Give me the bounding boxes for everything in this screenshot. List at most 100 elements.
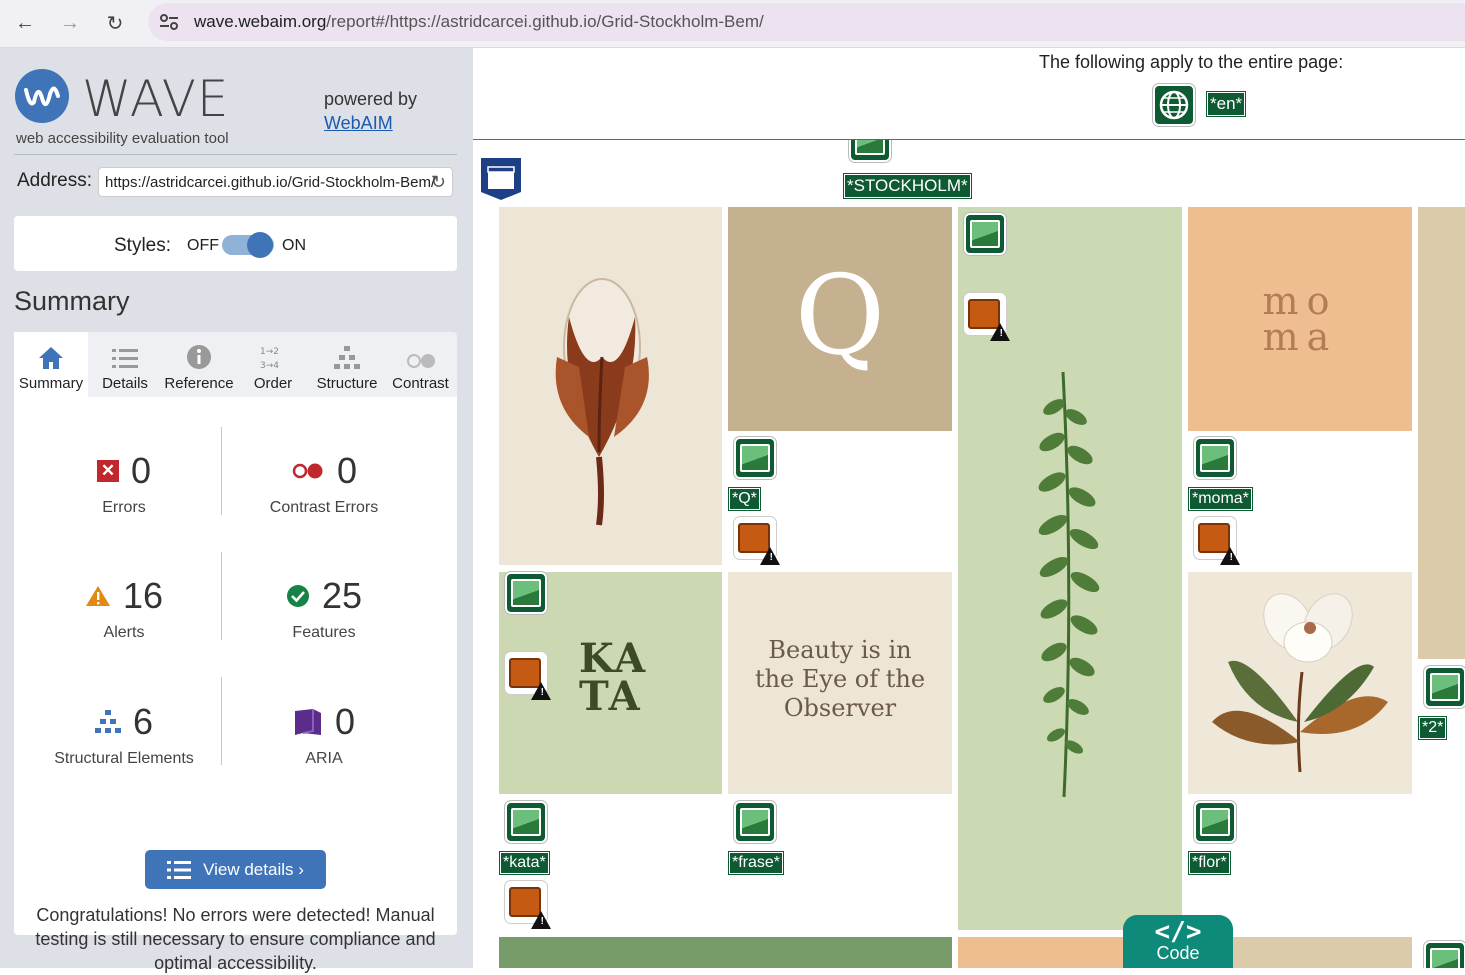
back-arrow-icon[interactable]: ← bbox=[10, 8, 40, 38]
tab-summary[interactable]: Summary bbox=[14, 332, 88, 397]
moma-line2: ma bbox=[1262, 315, 1338, 359]
info-icon bbox=[187, 345, 211, 369]
language-feature-icon[interactable] bbox=[1153, 84, 1195, 126]
code-toggle-button[interactable]: </> Code bbox=[1123, 915, 1233, 968]
moma-line1: mo bbox=[1262, 279, 1338, 323]
stockholm-label: *STOCKHOLM* bbox=[844, 174, 971, 198]
alert-link-icon[interactable]: ! bbox=[505, 881, 551, 929]
features-label: Features bbox=[292, 624, 356, 641]
divider bbox=[221, 427, 222, 515]
stat-structural[interactable]: 6 Structural Elements bbox=[24, 700, 224, 768]
page-level-features: The following apply to the entire page: … bbox=[473, 48, 1465, 140]
alert-link-icon[interactable]: ! bbox=[505, 652, 551, 700]
q-letter: Q bbox=[794, 251, 886, 379]
wave-sidebar: WAVE web accessibility evaluation tool p… bbox=[0, 48, 473, 973]
image-feature-icon[interactable] bbox=[1194, 437, 1236, 479]
order-icon: 1→23→4 bbox=[260, 347, 279, 370]
refresh-icon[interactable]: ↻ bbox=[431, 172, 446, 193]
aria-icon bbox=[294, 709, 321, 735]
alert-link-icon[interactable]: ! bbox=[964, 293, 1010, 341]
tab-details[interactable]: Details bbox=[88, 332, 162, 397]
structural-count: 6 bbox=[132, 701, 154, 742]
divider bbox=[221, 552, 222, 640]
tab-label: Structure bbox=[316, 375, 378, 392]
contrast-icon bbox=[406, 354, 435, 368]
reload-icon[interactable]: ↻ bbox=[100, 8, 130, 38]
features-count: 25 bbox=[321, 575, 363, 616]
errors-count: 0 bbox=[130, 450, 152, 491]
q-label: *Q* bbox=[729, 488, 760, 510]
url-text: wave.webaim.org/report#/https://astridca… bbox=[194, 12, 764, 32]
globe-icon bbox=[1159, 90, 1189, 120]
stat-contrast-errors[interactable]: 0 Contrast Errors bbox=[224, 449, 424, 517]
structural-label: Structural Elements bbox=[54, 750, 194, 767]
styles-toggle[interactable] bbox=[222, 232, 274, 258]
header-landmark-icon[interactable] bbox=[479, 156, 523, 202]
wave-tagline: web accessibility evaluation tool bbox=[16, 130, 229, 147]
image-feature-icon[interactable] bbox=[505, 572, 547, 614]
alerts-label: Alerts bbox=[103, 624, 145, 641]
list-icon bbox=[112, 349, 138, 368]
stat-features[interactable]: 25 Features bbox=[224, 574, 424, 642]
address-bar[interactable]: wave.webaim.org/report#/https://astridca… bbox=[148, 3, 1465, 41]
feature-check-icon bbox=[286, 585, 309, 607]
image-feature-icon[interactable] bbox=[734, 801, 776, 843]
error-icon: ✕ bbox=[96, 460, 119, 482]
contrast-errors-label: Contrast Errors bbox=[269, 499, 379, 516]
image-feature-icon[interactable] bbox=[1194, 801, 1236, 843]
webaim-link[interactable]: WebAIM bbox=[324, 113, 393, 133]
tile-partial-right bbox=[1418, 207, 1465, 659]
tile-quote: Beauty is in the Eye of the Observer bbox=[728, 572, 952, 794]
tab-reference[interactable]: Reference bbox=[162, 332, 236, 397]
moma-label: *moma* bbox=[1189, 488, 1252, 510]
address-input[interactable]: https://astridcarcei.github.io/Grid-Stoc… bbox=[98, 167, 453, 197]
image-feature-icon[interactable] bbox=[505, 801, 547, 843]
stat-errors[interactable]: ✕ 0 Errors bbox=[24, 449, 224, 517]
structure-icon bbox=[334, 346, 360, 369]
styles-on-label: ON bbox=[282, 237, 306, 254]
apply-text: The following apply to the entire page: bbox=[1039, 52, 1344, 72]
tab-order[interactable]: 1→2 3→4 Order bbox=[236, 332, 310, 397]
powered-by: powered by WebAIM bbox=[324, 87, 417, 135]
image-feature-icon[interactable] bbox=[964, 213, 1006, 255]
divider bbox=[14, 154, 457, 155]
two-label: *2* bbox=[1419, 717, 1447, 739]
url-path: /report#/https://astridcarcei.github.io/… bbox=[326, 12, 764, 31]
stat-alerts[interactable]: 16 Alerts bbox=[24, 574, 224, 642]
errors-label: Errors bbox=[102, 499, 146, 516]
view-details-label: View details › bbox=[203, 859, 304, 879]
stat-aria[interactable]: 0 ARIA bbox=[224, 700, 424, 768]
styles-off-label: OFF bbox=[187, 237, 219, 254]
structure-icon bbox=[94, 710, 121, 733]
list-icon bbox=[167, 860, 192, 879]
tab-structure[interactable]: Structure bbox=[310, 332, 384, 397]
kata-label: *kata* bbox=[500, 852, 549, 874]
tile-bottom-green bbox=[499, 937, 952, 968]
forward-arrow-icon[interactable]: → bbox=[55, 8, 85, 38]
site-settings-icon[interactable] bbox=[158, 12, 180, 32]
image-feature-icon[interactable] bbox=[734, 437, 776, 479]
summary-heading: Summary bbox=[14, 286, 130, 316]
alert-link-icon[interactable]: ! bbox=[1194, 517, 1240, 565]
view-details-button[interactable]: View details › bbox=[145, 850, 326, 889]
svg-text:3→4: 3→4 bbox=[260, 361, 279, 370]
url-host: wave.webaim.org bbox=[194, 12, 327, 31]
panel-tabs: Summary Details Reference 1→2 3→4 Order S… bbox=[14, 332, 457, 397]
tile-magnolia bbox=[1188, 572, 1412, 794]
tile-flower-image bbox=[499, 207, 722, 565]
alert-link-icon[interactable]: ! bbox=[734, 517, 780, 565]
aria-label: ARIA bbox=[305, 750, 343, 767]
evaluated-page: The following apply to the entire page: … bbox=[473, 48, 1465, 968]
flor-label: *flor* bbox=[1189, 852, 1230, 874]
address-value: https://astridcarcei.github.io/Grid-Stoc… bbox=[105, 174, 436, 191]
aria-count: 0 bbox=[334, 701, 356, 742]
styles-panel: Styles: OFF ON bbox=[14, 216, 457, 271]
home-icon bbox=[39, 347, 63, 369]
tab-label: Order bbox=[253, 375, 293, 392]
tab-contrast[interactable]: Contrast bbox=[384, 332, 457, 397]
frase-label: *frase* bbox=[729, 852, 784, 874]
image-feature-icon[interactable] bbox=[1424, 941, 1465, 968]
image-feature-icon[interactable] bbox=[1424, 666, 1465, 708]
tab-label: Contrast bbox=[392, 375, 449, 392]
congrats-message: Congratulations! No errors were detected… bbox=[35, 905, 436, 973]
